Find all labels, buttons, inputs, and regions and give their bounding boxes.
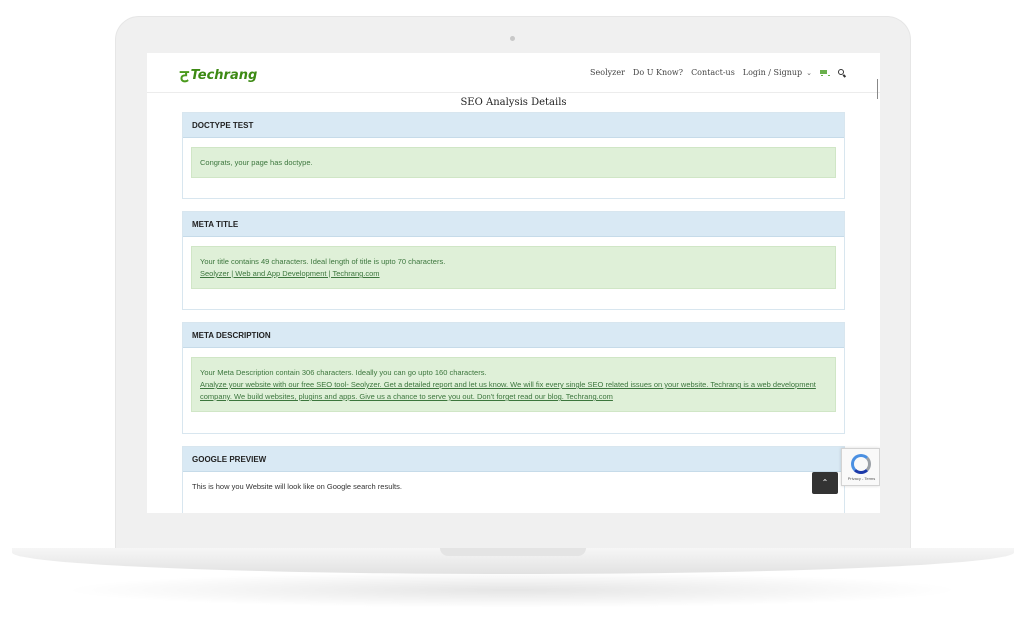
panel-title: META TITLE xyxy=(183,212,844,237)
logo-text: Techrang xyxy=(190,68,258,83)
success-alert: Your Meta Description contain 306 charac… xyxy=(191,357,836,412)
nav-item-login-signup[interactable]: Login / Signup ⌄ xyxy=(743,68,812,77)
google-preview-panel: GOOGLE PREVIEW This is how you Website w… xyxy=(182,446,845,513)
laptop-shadow xyxy=(60,572,964,608)
logo-mark-icon: ट xyxy=(180,67,189,87)
search-icon[interactable] xyxy=(838,68,846,77)
nav-item-do-u-know[interactable]: Do U Know? xyxy=(633,68,683,77)
site-logo[interactable]: ट Techrang xyxy=(180,64,257,87)
main-nav: Seolyzer Do U Know? Contact-us Login / S… xyxy=(582,68,846,77)
browser-screen: ट Techrang Seolyzer Do U Know? Contact-u… xyxy=(147,53,880,513)
alert-message: Congrats, your page has doctype. xyxy=(200,158,313,167)
laptop-notch xyxy=(440,548,586,556)
recaptcha-links[interactable]: Privacy - Terms xyxy=(844,476,879,481)
panel-title: GOOGLE PREVIEW xyxy=(183,447,844,472)
site-header: ट Techrang Seolyzer Do U Know? Contact-u… xyxy=(147,53,880,99)
scrollbar[interactable] xyxy=(877,79,878,99)
meta-description-value[interactable]: Analyze your website with our free SEO t… xyxy=(200,379,827,403)
panel-title: META DESCRIPTION xyxy=(183,323,844,348)
success-alert: Your title contains 49 characters. Ideal… xyxy=(191,246,836,289)
panel-title: DOCTYPE TEST xyxy=(183,113,844,138)
chevron-up-icon: ⌃ xyxy=(821,478,829,487)
nav-item-contact-us[interactable]: Contact-us xyxy=(691,68,735,77)
login-signup-label: Login / Signup xyxy=(742,68,803,77)
meta-description-panel: META DESCRIPTION Your Meta Description c… xyxy=(182,322,845,434)
meta-title-value[interactable]: Seolyzer | Web and App Development | Tec… xyxy=(200,268,827,280)
page-title: SEO Analysis Details xyxy=(460,97,567,108)
preview-message: This is how you Website will look like o… xyxy=(192,482,402,491)
chevron-down-icon: ⌄ xyxy=(806,69,812,77)
alert-message: Your Meta Description contain 306 charac… xyxy=(200,368,487,377)
recaptcha-badge[interactable]: Privacy - Terms xyxy=(841,448,880,486)
laptop-camera xyxy=(510,36,515,41)
nav-item-seolyzer[interactable]: Seolyzer xyxy=(590,68,625,77)
recaptcha-icon xyxy=(851,454,871,474)
success-alert: Congrats, your page has doctype. xyxy=(191,147,836,178)
alert-message: Your title contains 49 characters. Ideal… xyxy=(200,257,446,266)
meta-title-panel: META TITLE Your title contains 49 charac… xyxy=(182,211,845,310)
scroll-to-top-button[interactable]: ⌃ xyxy=(812,472,838,494)
doctype-panel: DOCTYPE TEST Congrats, your page has doc… xyxy=(182,112,845,199)
cart-icon[interactable] xyxy=(820,69,830,77)
